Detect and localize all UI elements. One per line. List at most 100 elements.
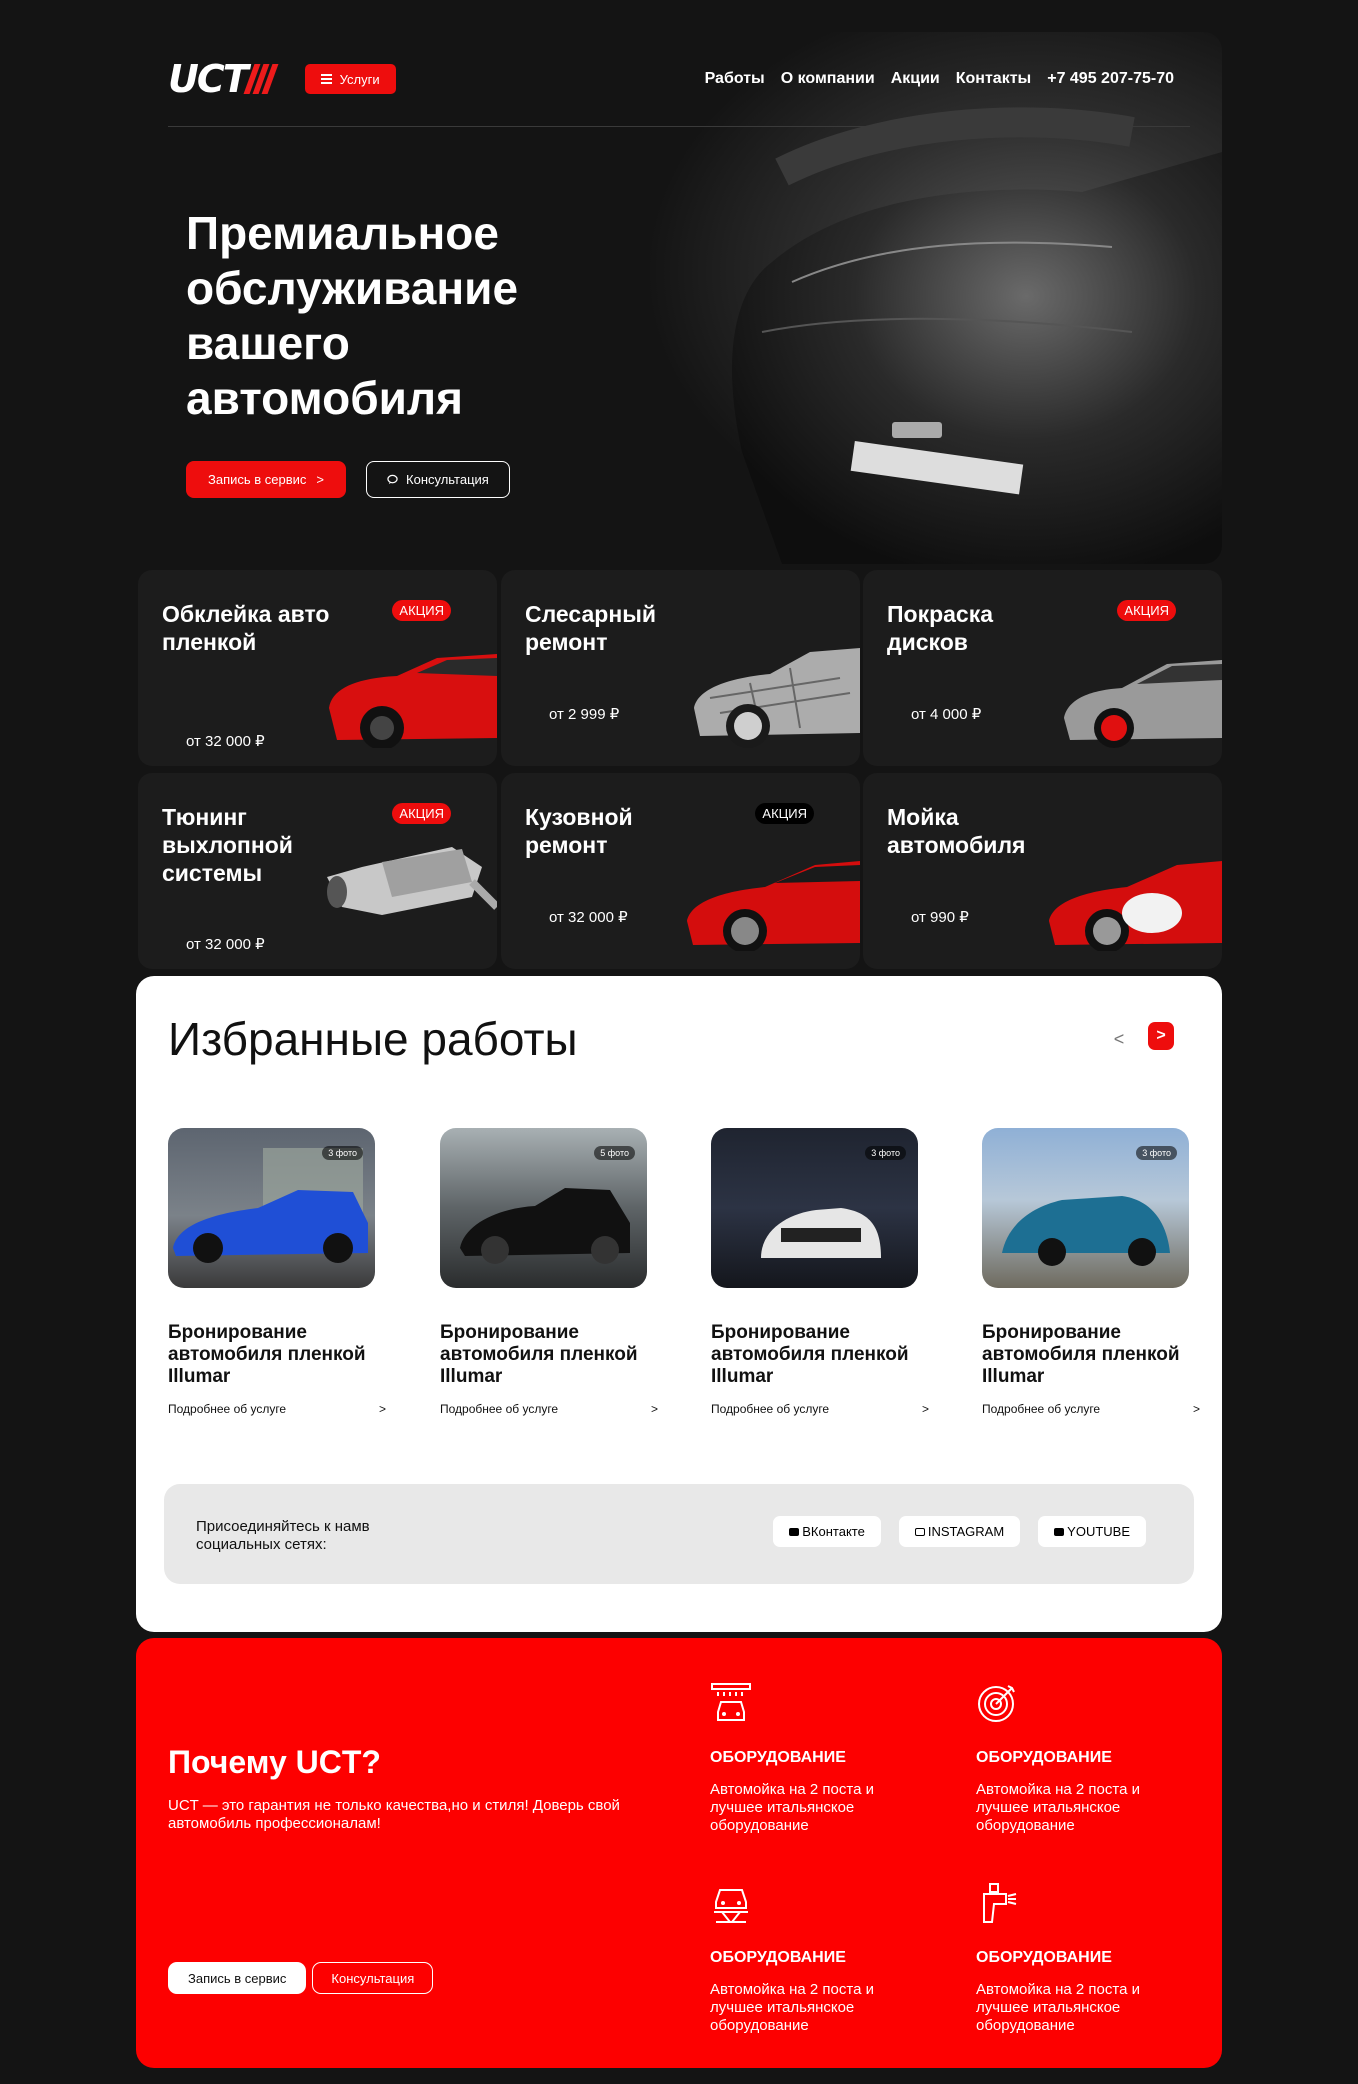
service-card-wrapping[interactable]: Обклейка авто пленкой АКЦИЯ от 32 000 ₽	[138, 570, 497, 766]
carousel-next-button[interactable]: >	[1148, 1022, 1174, 1050]
chevron-right-icon: >	[650, 1402, 658, 1416]
feature-text: Автомойка на 2 поста и лучшее итальянско…	[710, 1981, 874, 2034]
uct-logo[interactable]: UCT	[168, 57, 279, 101]
service-title: Покраска дисков	[887, 601, 994, 655]
photo-count-badge: 3 фото	[1136, 1146, 1177, 1160]
feature-title: ОБОРУДОВАНИЕ	[710, 1749, 846, 1766]
more-link[interactable]: Подробнее об услуге >	[168, 1402, 386, 1416]
car-wash-icon	[711, 1683, 751, 1721]
photo-count-badge: 3 фото	[322, 1146, 363, 1160]
car-cutaway-image	[694, 648, 860, 748]
service-price: от 32 000 ₽	[186, 733, 265, 750]
services-menu-button[interactable]: Услуги	[304, 64, 396, 94]
car-lift-icon	[714, 1889, 748, 1923]
promo-badge: АКЦИЯ	[392, 600, 451, 621]
menu-icon	[320, 74, 332, 84]
red-car-foam-image	[1049, 861, 1222, 951]
red-sports-car-image	[687, 861, 860, 951]
book-service-button[interactable]: Запись в сервис >	[186, 461, 347, 498]
service-price: от 990 ₽	[911, 909, 969, 926]
work-card[interactable]: 3 фото Бронирование автомобиля пленкой I…	[982, 1128, 1222, 1416]
consultation-button[interactable]: Консультация	[366, 461, 510, 498]
why-buttons: Запись в сервис Консультация	[168, 1962, 434, 1994]
chevron-right-icon: >	[1192, 1402, 1200, 1416]
photo-count-badge: 3 фото	[865, 1146, 906, 1160]
book-service-button[interactable]: Запись в сервис	[168, 1962, 307, 1994]
consultation-button[interactable]: Консультация	[312, 1962, 434, 1994]
hero-buttons: Запись в сервис > Консультация	[186, 461, 510, 498]
service-card-exhaust[interactable]: Тюнинг выхлопной системы АКЦИЯ от 32 000…	[138, 773, 497, 969]
chevron-right-icon: >	[378, 1402, 386, 1416]
more-link[interactable]: Подробнее об услуге >	[982, 1402, 1200, 1416]
feature-item: ОБОРУДОВАНИЕ Автомойка на 2 поста и лучш…	[976, 1682, 1196, 1835]
social-buttons: ВКонтакте INSTAGRAM YOUTUBE	[773, 1516, 1146, 1547]
nav-link-contacts[interactable]: Контакты	[956, 70, 1031, 88]
service-title: Слесарный ремонт	[525, 601, 656, 655]
promo-badge: АКЦИЯ	[1117, 600, 1176, 621]
feature-item: ОБОРУДОВАНИЕ Автомойка на 2 поста и лучш…	[710, 1882, 930, 2035]
section-title: Почему UCT?	[168, 1744, 381, 1780]
instagram-button[interactable]: INSTAGRAM	[898, 1516, 1021, 1547]
youtube-icon	[1054, 1527, 1065, 1536]
service-title: Тюнинг выхлопной системы	[162, 804, 293, 886]
feature-item: ОБОРУДОВАНИЕ Автомойка на 2 поста и лучш…	[710, 1682, 930, 1835]
nav-link-about[interactable]: О компании	[781, 70, 875, 88]
service-card-locksmith[interactable]: Слесарный ремонт от 2 999 ₽	[501, 570, 860, 766]
instagram-icon	[914, 1527, 925, 1536]
carousel-prev-button[interactable]: <	[1106, 1026, 1132, 1052]
youtube-button[interactable]: YOUTUBE	[1038, 1516, 1146, 1547]
chevron-right-icon: >	[921, 1402, 929, 1416]
chevron-right-icon: >	[316, 472, 325, 487]
service-card-rim-painting[interactable]: Покраска дисков АКЦИЯ от 4 000 ₽	[863, 570, 1222, 766]
feature-text: Автомойка на 2 поста и лучшее итальянско…	[710, 1781, 874, 1834]
nav-links: Работы О компании Акции Контакты +7 495 …	[705, 70, 1174, 88]
nav-link-works[interactable]: Работы	[705, 70, 765, 88]
feature-title: ОБОРУДОВАНИЕ	[976, 1749, 1112, 1766]
service-card-body-repair[interactable]: Кузовной ремонт АКЦИЯ от 32 000 ₽	[501, 773, 860, 969]
why-uct-section: Почему UCT? UCT — это гарантия не только…	[136, 1638, 1222, 2068]
work-card[interactable]: 5 фото Бронирование автомобиля пленкой I…	[440, 1128, 680, 1416]
work-photo[interactable]: 3 фото	[711, 1128, 918, 1288]
work-card[interactable]: 3 фото Бронирование автомобиля пленкой I…	[168, 1128, 408, 1416]
nav-link-promos[interactable]: Акции	[891, 70, 940, 88]
exhaust-muffler-image	[327, 847, 497, 915]
work-photo[interactable]: 5 фото	[440, 1128, 647, 1288]
featured-works-section: Избранные работы < > 3 фото Бронирование…	[136, 976, 1222, 1632]
more-link[interactable]: Подробнее об услуге >	[711, 1402, 929, 1416]
chat-icon	[387, 474, 398, 485]
hero-title: Премиальное обслуживание вашего автомоби…	[186, 207, 519, 424]
service-title: Кузовной ремонт	[525, 804, 633, 858]
feature-title: ОБОРУДОВАНИЕ	[710, 1949, 846, 1966]
service-price: от 4 000 ₽	[911, 706, 982, 723]
grey-car-red-rims-image	[1064, 660, 1222, 748]
red-suv-image	[329, 654, 497, 748]
work-title: Бронирование автомобиля пленкой Illumar	[711, 1322, 909, 1387]
feature-item: ОБОРУДОВАНИЕ Автомойка на 2 поста и лучш…	[976, 1882, 1196, 2035]
service-card-car-wash[interactable]: Мойка автомобиля от 990 ₽	[863, 773, 1222, 969]
vk-button[interactable]: ВКонтакте	[773, 1516, 881, 1547]
social-text: Присоединяйтесь к намв социальных сетях:	[196, 1518, 370, 1553]
work-photo[interactable]: 3 фото	[168, 1128, 375, 1288]
work-card[interactable]: 3 фото Бронирование автомобиля пленкой I…	[711, 1128, 951, 1416]
nav-phone[interactable]: +7 495 207-75-70	[1047, 70, 1174, 88]
social-block: Присоединяйтесь к намв социальных сетях:…	[164, 1484, 1194, 1584]
work-title: Бронирование автомобиля пленкой Illumar	[168, 1322, 366, 1387]
promo-badge: АКЦИЯ	[755, 803, 814, 824]
feature-text: Автомойка на 2 поста и лучшее итальянско…	[976, 1981, 1140, 2034]
service-title: Мойка автомобиля	[887, 804, 1026, 858]
section-title: Избранные работы	[168, 1013, 578, 1065]
target-icon	[978, 1685, 1015, 1722]
feature-title: ОБОРУДОВАНИЕ	[976, 1949, 1112, 1966]
photo-count-badge: 5 фото	[594, 1146, 635, 1160]
more-link[interactable]: Подробнее об услуге >	[440, 1402, 658, 1416]
top-navigation: UCT Услуги Работы О компании Акции Конта…	[168, 57, 1174, 101]
service-price: от 32 000 ₽	[549, 909, 628, 926]
service-price: от 2 999 ₽	[549, 706, 620, 723]
work-title: Бронирование автомобиля пленкой Illumar	[440, 1322, 638, 1387]
vk-icon	[789, 1527, 800, 1536]
feature-text: Автомойка на 2 поста и лучшее итальянско…	[976, 1781, 1140, 1834]
section-description: UCT — это гарантия не только качества,но…	[168, 1797, 620, 1832]
service-price: от 32 000 ₽	[186, 936, 265, 953]
hero-section: UCT Услуги Работы О компании Акции Конта…	[136, 32, 1222, 564]
work-photo[interactable]: 3 фото	[982, 1128, 1189, 1288]
